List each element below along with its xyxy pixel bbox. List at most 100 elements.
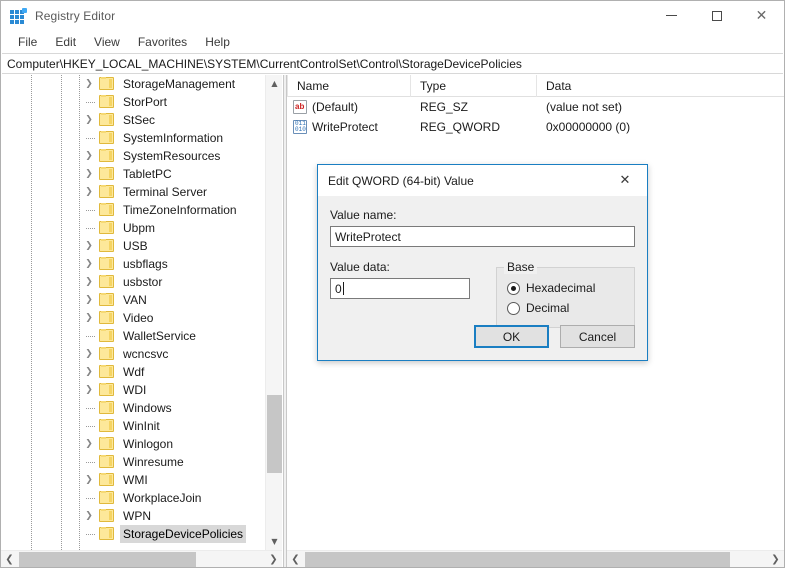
scroll-up-icon[interactable]: ▲: [266, 75, 283, 92]
close-button[interactable]: ✕: [739, 1, 784, 30]
cancel-button[interactable]: Cancel: [560, 325, 635, 348]
value-data-cell: 0x00000000 (0): [537, 120, 784, 134]
tree-item-label: Video: [120, 309, 156, 327]
radio-decimal-icon[interactable]: [507, 302, 520, 315]
tree-item[interactable]: ❯ WMI: [1, 471, 265, 489]
list-horizontal-scrollbar[interactable]: ❮ ❯: [287, 550, 784, 567]
chevron-right-icon[interactable]: ❯: [81, 363, 97, 381]
tree-item[interactable]: ❯TabletPC: [1, 165, 265, 183]
tree-item[interactable]: StorageDevicePolicies: [1, 525, 265, 543]
radio-hexadecimal-label: Hexadecimal: [526, 281, 595, 295]
scroll-right-icon[interactable]: ❯: [767, 551, 784, 567]
chevron-right-icon[interactable]: ❯: [81, 165, 97, 183]
tree-vertical-scrollbar[interactable]: ▲ ▼: [265, 75, 282, 550]
chevron-right-icon[interactable]: ❯: [81, 255, 97, 273]
scroll-down-icon[interactable]: ▼: [266, 533, 283, 550]
tree-item[interactable]: ❯ usbflags: [1, 255, 265, 273]
tree-item[interactable]: ❯wcncsvc: [1, 345, 265, 363]
chevron-right-icon[interactable]: ❯: [81, 111, 97, 129]
tree-item[interactable]: Winresume: [1, 453, 265, 471]
chevron-right-icon[interactable]: ❯: [81, 345, 97, 363]
minimize-button[interactable]: [649, 1, 694, 30]
registry-tree: ❯StorageManagementStorPort❯StSecSystemIn…: [1, 75, 265, 543]
folder-icon: [99, 329, 114, 342]
tree-connector-line: [86, 228, 95, 229]
tree-item[interactable]: ❯VAN: [1, 291, 265, 309]
scroll-left-icon[interactable]: ❮: [1, 551, 18, 567]
dialog-body: Value name: WriteProtect Value data: 0 B…: [318, 196, 647, 328]
menu-help[interactable]: Help: [196, 32, 239, 53]
chevron-right-icon[interactable]: ❯: [81, 291, 97, 309]
table-row[interactable]: ab(Default)REG_SZ(value not set): [287, 97, 784, 117]
list-hscroll-thumb[interactable]: [305, 552, 730, 567]
tree-item[interactable]: ❯ StSec: [1, 111, 265, 129]
value-data-input[interactable]: 0: [330, 278, 470, 299]
tree-item[interactable]: ❯SystemResources: [1, 147, 265, 165]
value-name-input[interactable]: WriteProtect: [330, 226, 635, 247]
tree-item[interactable]: ❯WPN: [1, 507, 265, 525]
column-header-name[interactable]: Name: [287, 75, 411, 97]
tree-connector-line: [86, 498, 95, 499]
column-header-data[interactable]: Data: [537, 75, 784, 97]
value-name-label: Value name:: [330, 208, 635, 222]
value-name-cell: ab(Default): [287, 100, 411, 114]
column-header-type[interactable]: Type: [411, 75, 537, 97]
tree-item[interactable]: WinInit: [1, 417, 265, 435]
dialog-close-icon[interactable]: ✕: [603, 166, 647, 196]
tree-hscroll-thumb[interactable]: [19, 552, 196, 567]
chevron-right-icon[interactable]: ❯: [81, 237, 97, 255]
tree-horizontal-scrollbar[interactable]: ❮ ❯: [1, 550, 282, 567]
tree-item[interactable]: TimeZoneInformation: [1, 201, 265, 219]
menu-edit[interactable]: Edit: [46, 32, 85, 53]
chevron-right-icon[interactable]: ❯: [81, 273, 97, 291]
tree-item[interactable]: ❯WDI: [1, 381, 265, 399]
ok-button[interactable]: OK: [474, 325, 549, 348]
tree-item[interactable]: Ubpm: [1, 219, 265, 237]
radio-hexadecimal[interactable]: Hexadecimal: [507, 278, 624, 298]
registry-icon: [10, 8, 26, 24]
tree-item[interactable]: ❯Wdf: [1, 363, 265, 381]
tree-item[interactable]: ❯ Winlogon: [1, 435, 265, 453]
menu-favorites[interactable]: Favorites: [129, 32, 196, 53]
tree-item[interactable]: ❯Terminal Server: [1, 183, 265, 201]
radio-decimal[interactable]: Decimal: [507, 298, 624, 318]
tree-item[interactable]: StorPort: [1, 93, 265, 111]
folder-icon: [99, 527, 114, 540]
chevron-right-icon[interactable]: ❯: [81, 471, 97, 489]
tree-item-label: StSec: [120, 111, 158, 129]
chevron-right-icon[interactable]: ❯: [81, 507, 97, 525]
tree-item-label: WMI: [120, 471, 151, 489]
menu-view[interactable]: View: [85, 32, 129, 53]
tree-item[interactable]: WalletService: [1, 327, 265, 345]
tree-item-label: WinInit: [120, 417, 163, 435]
tree-item[interactable]: ❯USB: [1, 237, 265, 255]
table-row[interactable]: 011010WriteProtectREG_QWORD0x00000000 (0…: [287, 117, 784, 137]
tree-item[interactable]: ❯StorageManagement: [1, 75, 265, 93]
chevron-right-icon[interactable]: ❯: [81, 183, 97, 201]
menu-file[interactable]: File: [9, 32, 46, 53]
scroll-right-icon[interactable]: ❯: [265, 551, 282, 567]
folder-icon: [99, 455, 114, 468]
tree-item[interactable]: SystemInformation: [1, 129, 265, 147]
dialog-buttons: OK Cancel: [474, 325, 635, 348]
tree-item-label: Winlogon: [120, 435, 176, 453]
tree-item[interactable]: ❯ Video: [1, 309, 265, 327]
chevron-right-icon[interactable]: ❯: [81, 381, 97, 399]
radio-hexadecimal-icon[interactable]: [507, 282, 520, 295]
address-bar[interactable]: Computer\HKEY_LOCAL_MACHINE\SYSTEM\Curre…: [2, 53, 783, 74]
tree-item[interactable]: ❯usbstor: [1, 273, 265, 291]
chevron-right-icon[interactable]: ❯: [81, 75, 97, 93]
folder-icon: [99, 509, 114, 522]
tree-scroll-thumb[interactable]: [267, 395, 282, 473]
chevron-right-icon[interactable]: ❯: [81, 309, 97, 327]
tree-item[interactable]: Windows: [1, 399, 265, 417]
maximize-button[interactable]: [694, 1, 739, 30]
tree-item[interactable]: WorkplaceJoin: [1, 489, 265, 507]
chevron-right-icon[interactable]: ❯: [81, 147, 97, 165]
folder-icon: [99, 221, 114, 234]
tree-item-label: usbflags: [120, 255, 171, 273]
scroll-left-icon[interactable]: ❮: [287, 551, 304, 567]
tree-connector-line: [86, 102, 95, 103]
chevron-right-icon[interactable]: ❯: [81, 435, 97, 453]
tree-item-label: StorageDevicePolicies: [120, 525, 246, 543]
